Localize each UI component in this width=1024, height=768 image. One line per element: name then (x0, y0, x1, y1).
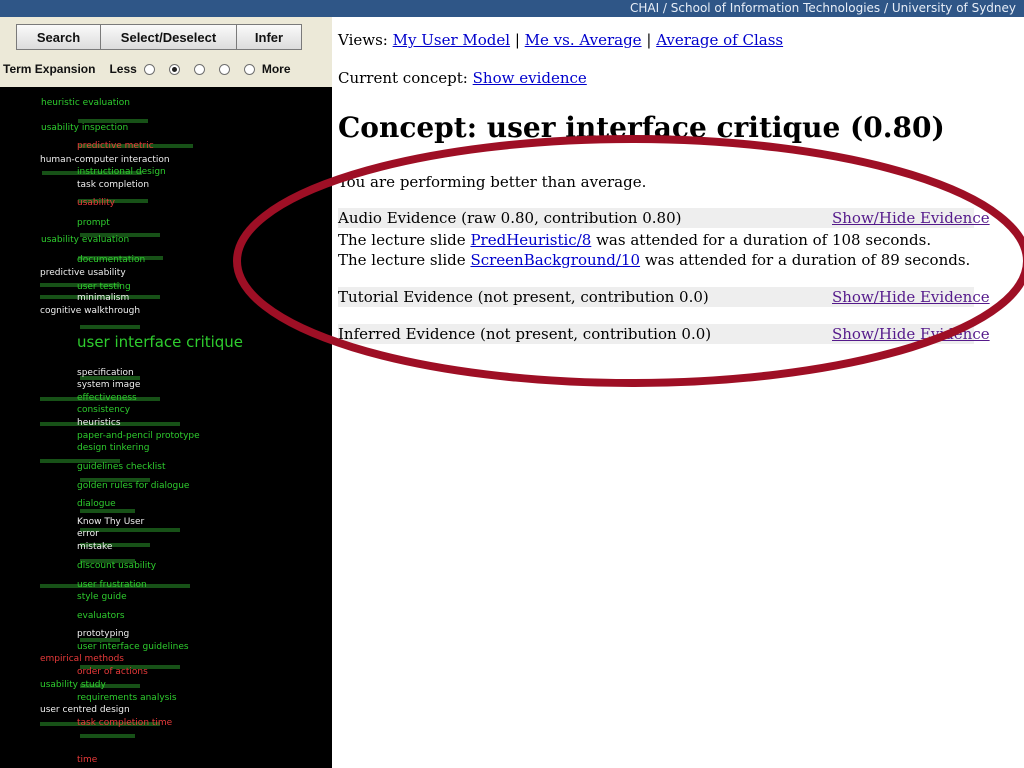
concept-term[interactable]: user centred design (40, 705, 130, 716)
current-concept-label: Current concept: (338, 69, 468, 87)
views-label: Views: (338, 31, 388, 49)
concept-term[interactable]: prototyping (77, 629, 129, 640)
annotation-ellipse (233, 135, 1024, 387)
concept-term[interactable]: predictive usability (40, 268, 126, 279)
concept-term[interactable]: specification (77, 368, 134, 379)
term-expansion-control: Term Expansion Less More (3, 62, 291, 76)
search-button[interactable]: Search (16, 24, 101, 50)
concept-term[interactable]: evaluators (77, 611, 125, 622)
concept-term[interactable]: paper-and-pencil prototype (77, 431, 200, 442)
concept-term[interactable]: error (77, 529, 99, 540)
concept-term[interactable]: user testing (77, 282, 131, 293)
concept-term[interactable]: order of actions (77, 667, 148, 678)
top-banner: CHAI / School of Information Technologie… (0, 0, 1024, 17)
concept-term[interactable]: usability (77, 198, 115, 209)
concept-term[interactable]: effectiveness (77, 393, 137, 404)
concept-term[interactable]: usability evaluation (41, 235, 129, 246)
show-evidence-link[interactable]: Show evidence (473, 69, 587, 87)
concept-term[interactable]: heuristic evaluation (41, 98, 130, 109)
select-deselect-button[interactable]: Select/Deselect (100, 24, 237, 50)
average-of-class-link[interactable]: Average of Class (656, 31, 783, 49)
concept-term[interactable]: heuristics (77, 418, 121, 429)
concept-term[interactable]: task completion time (77, 718, 172, 729)
term-expansion-label: Term Expansion (3, 62, 96, 76)
more-label: More (261, 62, 291, 76)
concept-term[interactable]: human-computer interaction (40, 155, 170, 166)
concept-term[interactable]: documentation (77, 255, 145, 266)
concept-term[interactable]: system image (77, 380, 140, 391)
concept-term[interactable]: usability inspection (41, 123, 128, 134)
concept-term[interactable]: mistake (77, 542, 112, 553)
infer-button[interactable]: Infer (236, 24, 302, 50)
concept-term[interactable]: golden rules for dialogue (77, 481, 189, 492)
concept-term[interactable]: prompt (77, 218, 110, 229)
concept-term[interactable]: Know Thy User (77, 517, 144, 528)
concept-term[interactable]: user interface guidelines (77, 642, 189, 653)
concept-term[interactable]: task completion (77, 180, 149, 191)
banner-text: CHAI / School of Information Technologie… (629, 1, 1016, 15)
faint-term-decoration (80, 325, 140, 329)
views-bar: Views: My User Model | Me vs. Average | … (338, 31, 783, 49)
concept-term[interactable]: discount usability (77, 561, 156, 572)
me-vs-average-link[interactable]: Me vs. Average (525, 31, 642, 49)
concept-term[interactable]: cognitive walkthrough (40, 306, 140, 317)
faint-term-decoration (80, 734, 135, 738)
concept-term[interactable]: guidelines checklist (77, 462, 166, 473)
expansion-radio-2[interactable] (168, 63, 180, 75)
concept-term[interactable]: user interface critique (77, 333, 243, 351)
less-label: Less (109, 62, 137, 76)
concept-term[interactable]: user frustration (77, 580, 147, 591)
expansion-radio-5[interactable] (243, 63, 255, 75)
concept-term[interactable]: consistency (77, 405, 130, 416)
concept-term[interactable]: usability study (40, 680, 106, 691)
concept-term[interactable]: requirements analysis (77, 693, 177, 704)
my-user-model-link[interactable]: My User Model (393, 31, 510, 49)
views-separator-2: | (646, 31, 652, 49)
concept-term[interactable]: style guide (77, 592, 127, 603)
control-panel: Search Select/Deselect Infer Term Expans… (0, 17, 332, 87)
current-concept: Current concept: Show evidence (338, 69, 587, 87)
concept-term[interactable]: empirical methods (40, 654, 124, 665)
expansion-radio-1[interactable] (143, 63, 155, 75)
concept-term[interactable]: minimalism (77, 293, 129, 304)
views-separator-1: | (514, 31, 520, 49)
expansion-radio-4[interactable] (218, 63, 230, 75)
concept-term[interactable]: time (77, 755, 97, 766)
concept-term[interactable]: instructional design (77, 167, 166, 178)
concept-term[interactable]: dialogue (77, 499, 116, 510)
concept-term[interactable]: design tinkering (77, 443, 150, 454)
expansion-radio-3[interactable] (193, 63, 205, 75)
concept-term[interactable]: predictive metric (77, 141, 154, 152)
